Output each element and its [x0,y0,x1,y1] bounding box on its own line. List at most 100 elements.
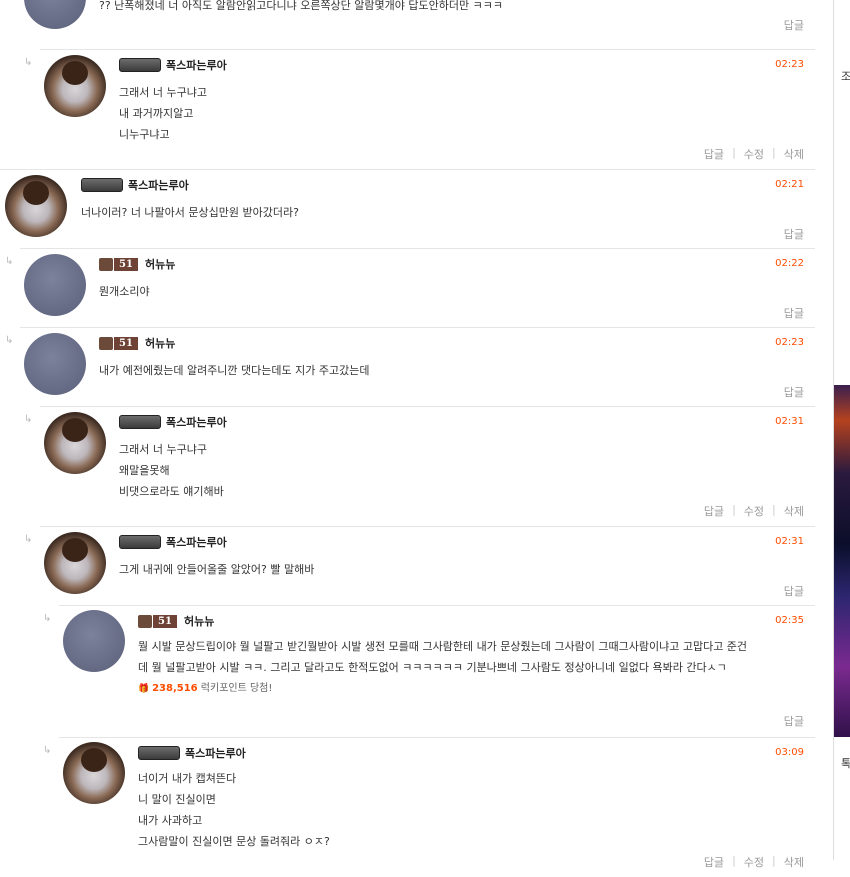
edit-button[interactable]: 수정 [744,146,764,162]
reply-arrow-icon: ↳ [5,335,14,346]
sidebar-ad-banner[interactable] [834,385,850,737]
reply-button[interactable]: 답글 [704,146,724,162]
comment-body: 그래서 너 누구냐고 내 과거까지알고 니누구냐고 [119,82,207,145]
comment-line: 비댓으로라도 얘기해바 [119,485,224,498]
comment-actions: 답글 [784,305,804,321]
level-icon [99,336,113,350]
comment-divider [40,526,815,527]
nickname[interactable]: 폭스파는루아 [166,534,227,550]
reply-arrow-icon: ↳ [24,534,33,545]
comment-line: 내 과거까지알고 [119,107,194,120]
rank-badge-icon [119,415,161,429]
comment-divider [0,169,815,170]
nickname[interactable]: 폭스파는루아 [166,57,227,73]
comment-meta: 51 허뉴뉴 [138,613,214,629]
comment-time: 02:23 [775,337,804,348]
reply-button[interactable]: 답글 [704,503,724,519]
avatar[interactable] [44,55,106,117]
delete-button[interactable]: 삭제 [784,146,804,162]
comment-meta: 폭스파는루아 [138,745,246,761]
avatar[interactable] [63,610,125,672]
comment-body: 그게 내귀에 안들어올줄 알았어? 빨 말해바 [119,559,314,580]
nickname[interactable]: 허뉴뉴 [145,256,175,272]
comment-line: 뭘 시발 문상드립이야 뭘 널팔고 받긴뭘받아 시발 생전 모를때 그사람한테 … [138,640,748,653]
comment-actions: 답글 [784,17,804,33]
reply-button[interactable]: 답글 [784,305,804,321]
comment-actions: 답글 [784,713,804,729]
comment-body: 그래서 너 누구냐구왜말을못해비댓으로라도 얘기해바 [119,439,224,502]
level-badge: 51 [99,257,140,272]
comment-item: ↳ 폭스파는루아 02:31 그래서 너 누구냐구왜말을못해비댓으로라도 얘기해바답글… [0,406,820,526]
delete-button[interactable]: 삭제 [784,854,804,870]
comment-meta: 폭스파는루아 [119,57,227,73]
rank-badge-icon [119,535,161,549]
comment-actions: 답글 | 수정 | 삭제 [704,503,804,519]
gift-icon: 🎁 [138,684,153,694]
delete-button[interactable]: 삭제 [784,503,804,519]
nickname[interactable]: 허뉴뉴 [184,613,214,629]
lucky-text: 럭키포인트 당첨! [197,683,273,694]
comment-time: 02:21 [775,179,804,190]
comment-item: ↳ 폭스파는루아 02:23 그래서 너 누구냐고 내 과거까지알고 니누구냐고답글 | 수정… [0,49,820,169]
reply-button[interactable]: 답글 [704,854,724,870]
reply-arrow-icon: ↳ [5,256,14,267]
comment-line: 뭔개소리야 [99,285,150,298]
level-icon [99,257,113,271]
comment-meta: 폭스파는루아 [119,534,227,550]
action-divider: | [732,854,736,867]
comment-line: 내가 사과하고 [138,814,203,827]
action-divider: | [772,503,776,516]
nickname[interactable]: 허뉴뉴 [145,335,175,351]
comment-time: 02:23 [775,59,804,70]
comment-actions: 답글 | 수정 | 삭제 [704,854,804,870]
avatar[interactable] [24,333,86,395]
comment-item: ↳ 51 허뉴뉴 02:23 내가 예전에줬는데 알려주니깐 댓다는데도 지가 주고갔는… [0,327,820,406]
avatar[interactable] [5,175,67,237]
reply-button[interactable]: 답글 [784,713,804,729]
rank-badge-icon [138,746,180,760]
reply-button[interactable]: 답글 [784,384,804,400]
avatar[interactable] [44,412,106,474]
comment-item: ↳ 폭스파는루아 03:09 너이거 내가 캡쳐뜬다 니 말이 진실이면 내가 사과하고 그… [0,737,820,877]
level-number: 51 [153,614,177,628]
reply-arrow-icon: ↳ [24,414,33,425]
comment-body: 너나이러? 너 나팔아서 문상십만원 받아갔더라? [81,202,299,223]
avatar[interactable] [44,532,106,594]
comment-time: 03:09 [775,747,804,758]
avatar[interactable] [24,254,86,316]
reply-button[interactable]: 답글 [784,226,804,242]
comment-line: 그사람말이 진실이면 문상 돌려줘라 ㅇㅈ? [138,835,330,848]
comment-body: ?? 난폭해졌네 너 아직도 알람안읽고다니냐 오른쪽상단 알람몇개야 답도안하… [99,0,503,16]
edit-button[interactable]: 수정 [744,503,764,519]
comment-item: 폭스파는루아 02:21 너나이러? 너 나팔아서 문상십만원 받아갔더라? 답글 [0,169,820,248]
comment-line: 왜말을못해 [119,464,170,477]
comment-divider [20,327,815,328]
comment-body: 뭔개소리야 [99,281,150,302]
comment-divider [40,406,815,407]
reply-button[interactable]: 답글 [784,583,804,599]
comment-line: 데 뭘 널팔고받아 시발 ㅋㅋ. 그리고 달라고도 한적도없어 ㅋㅋㅋㅋㅋㅋ 기… [138,661,727,674]
edit-button[interactable]: 수정 [744,854,764,870]
comment-time: 02:31 [775,416,804,427]
level-number: 51 [114,257,138,271]
level-icon [138,614,152,628]
comment-actions: 답글 [784,583,804,599]
avatar[interactable] [63,742,125,804]
comment-body: 너이거 내가 캡쳐뜬다 니 말이 진실이면 내가 사과하고 그사람말이 진실이면 문상… [138,768,330,852]
nickname[interactable]: 폭스파는루아 [185,745,246,761]
nickname[interactable]: 폭스파는루아 [166,414,227,430]
nickname[interactable]: 폭스파는루아 [128,177,189,193]
comment-body: 뭘 시발 문상드립이야 뭘 널팔고 받긴뭘받아 시발 생전 모를때 그사람한테 … [138,636,747,700]
comment-time: 02:22 [775,258,804,269]
comment-meta: 폭스파는루아 [81,177,189,193]
comment-line: 그래서 너 누구냐구 [119,443,207,456]
comment-body: 내가 예전에줬는데 알려주니깐 댓다는데도 지가 주고갔는데 [99,360,369,381]
reply-button[interactable]: 답글 [784,17,804,33]
sidebar-heading-fragment: 조 [841,70,850,83]
action-divider: | [772,854,776,867]
reply-arrow-icon: ↳ [24,57,33,68]
avatar[interactable] [24,0,86,29]
reply-arrow-icon: ↳ [43,745,52,756]
comment-actions: 답글 | 수정 | 삭제 [704,146,804,162]
comment-meta: 51 허뉴뉴 [99,256,175,272]
